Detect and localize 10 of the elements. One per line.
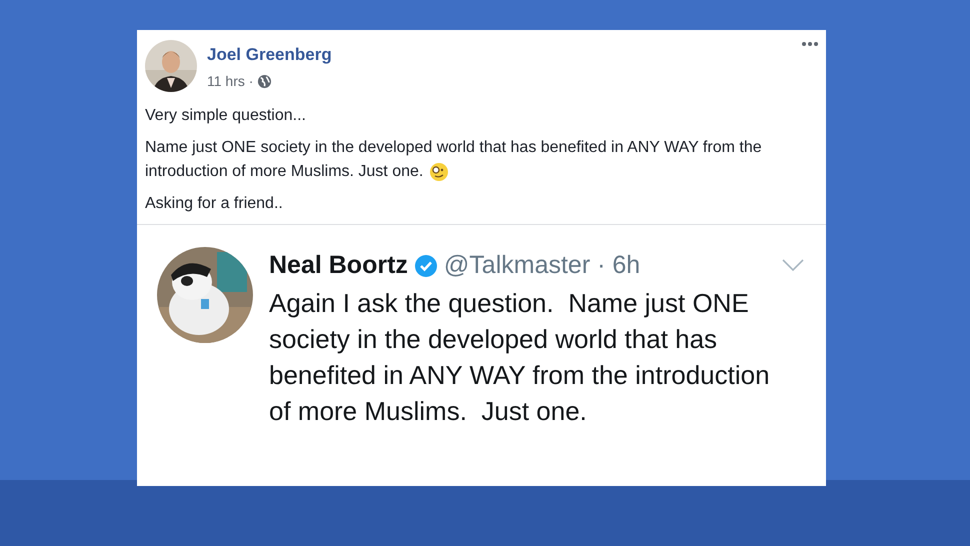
tweet-text: Again I ask the question. Name just ONE society in the developed world that has benefited in ANY WAY from the introduction of more Muslims. Just one. — [269, 286, 771, 428]
post-time[interactable]: 11 hrs · — [207, 70, 254, 92]
more-options-icon[interactable] — [802, 42, 818, 46]
post-text: Name just ONE society in the developed world that has benefited in ANY WAY from the introduction of more Muslims. Just one. — [145, 138, 763, 184]
post-text: Asking for a friend.. — [145, 194, 284, 214]
globe-icon — [257, 74, 272, 88]
tweet-author-name[interactable]: Neal Boortz — [269, 247, 408, 284]
tweet-handle[interactable]: @Talkmaster · 6h — [444, 247, 640, 284]
author-name[interactable]: Joel Greenberg — [207, 42, 332, 68]
post-text: Very simple question... — [145, 106, 307, 126]
